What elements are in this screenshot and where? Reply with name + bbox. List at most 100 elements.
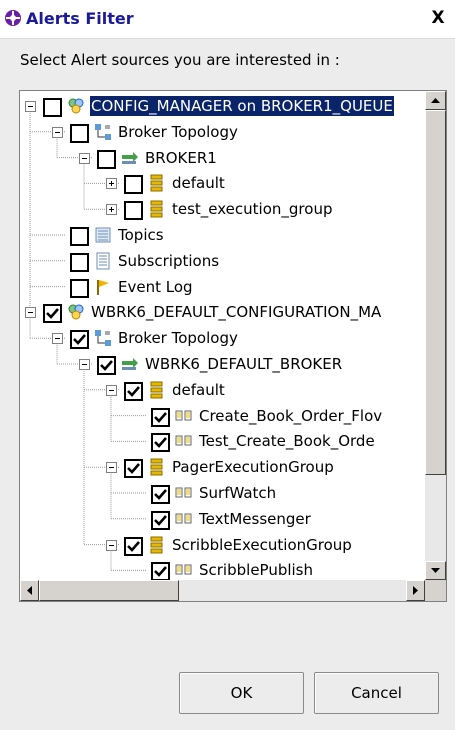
checkmark-icon xyxy=(127,540,140,552)
tree-item-checkbox[interactable] xyxy=(70,227,89,246)
tree-item-label: ScribblePublish xyxy=(199,561,314,580)
config-manager-icon xyxy=(68,304,84,320)
tree-item[interactable]: WBRK6_DEFAULT_BROKER xyxy=(20,353,420,378)
tree-item-checkbox[interactable] xyxy=(43,98,62,117)
checkmark-icon xyxy=(46,308,59,320)
expand-toggle[interactable] xyxy=(106,204,117,216)
right-arrow-icon xyxy=(413,586,418,595)
ok-button[interactable]: OK xyxy=(179,672,304,714)
checkmark-icon xyxy=(154,411,167,423)
collapse-toggle[interactable] xyxy=(106,462,117,474)
tree-item[interactable]: WBRK6_DEFAULT_CONFIGURATION_MA xyxy=(20,301,420,326)
broker-topology-icon xyxy=(95,123,111,140)
execution-group-icon xyxy=(150,381,163,399)
tree-item-checkbox[interactable] xyxy=(151,562,170,581)
tree-item[interactable]: ScribbleExecutionGroup xyxy=(20,534,420,559)
collapse-toggle[interactable] xyxy=(52,126,63,138)
title-bar: Alerts Filter X xyxy=(0,0,455,39)
tree-item-checkbox[interactable] xyxy=(70,278,89,298)
tree-item[interactable]: Test_Create_Book_Orde xyxy=(20,430,420,455)
scroll-up-button[interactable] xyxy=(425,91,446,110)
collapse-toggle[interactable] xyxy=(106,384,117,396)
tree-item-checkbox[interactable] xyxy=(124,459,143,479)
scroll-right-button[interactable] xyxy=(406,580,425,601)
scroll-down-button[interactable] xyxy=(425,561,446,580)
tree-item-checkbox[interactable] xyxy=(43,304,62,324)
tree-item[interactable]: SurfWatch xyxy=(20,482,420,507)
tree-item-label: Subscriptions xyxy=(118,251,220,270)
tree-item-checkbox[interactable] xyxy=(151,485,170,504)
scrollbar-corner xyxy=(425,580,446,601)
tree-item[interactable]: default xyxy=(20,172,420,197)
horizontal-scroll-thumb[interactable] xyxy=(39,580,179,601)
execution-group-icon xyxy=(150,536,163,554)
tree-item[interactable]: PagerExecutionGroup xyxy=(20,456,420,481)
tree-item-label: default xyxy=(172,174,225,193)
tree-item[interactable]: ScribblePublish xyxy=(20,559,420,581)
tree-item-checkbox[interactable] xyxy=(70,330,89,350)
tree-item-checkbox[interactable] xyxy=(70,123,89,143)
tree-item[interactable]: Create_Book_Order_Flov xyxy=(20,405,420,430)
alerts-filter-dialog: Alerts Filter X Select Alert sources you… xyxy=(0,0,455,730)
checkmark-icon xyxy=(154,566,167,578)
tree-item-checkbox[interactable] xyxy=(151,510,170,530)
vertical-scrollbar[interactable] xyxy=(425,91,446,580)
execution-group-icon xyxy=(150,174,163,192)
collapse-toggle[interactable] xyxy=(79,359,90,370)
vertical-scroll-thumb[interactable] xyxy=(425,110,446,475)
collapse-toggle[interactable] xyxy=(79,152,90,164)
execution-group-icon xyxy=(150,200,163,218)
tree-item-checkbox[interactable] xyxy=(151,407,170,427)
tree-item[interactable]: Broker Topology xyxy=(20,121,420,146)
subscriptions-icon xyxy=(96,252,110,270)
collapse-toggle[interactable] xyxy=(25,307,36,319)
tree-item-checkbox[interactable] xyxy=(124,381,143,401)
tree-item[interactable]: Event Log xyxy=(20,276,420,301)
tree-item[interactable]: default xyxy=(20,379,420,404)
tree-item-label: Event Log xyxy=(118,277,193,296)
tree-item-checkbox[interactable] xyxy=(124,201,143,221)
tree-item-checkbox[interactable] xyxy=(70,252,89,272)
collapse-toggle[interactable] xyxy=(25,101,36,112)
tree-item[interactable]: CONFIG_MANAGER on BROKER1_QUEUE xyxy=(20,95,420,120)
tree-item-checkbox[interactable] xyxy=(97,149,116,169)
tree-item-label: WBRK6_DEFAULT_CONFIGURATION_MA xyxy=(91,303,382,322)
cancel-button[interactable]: Cancel xyxy=(314,672,439,714)
checkmark-icon xyxy=(73,334,86,346)
checkmark-icon xyxy=(154,489,167,500)
tree-item-label: TextMessenger xyxy=(199,509,311,528)
tree-item-checkbox[interactable] xyxy=(151,433,170,453)
tree-item-label: BROKER1 xyxy=(145,148,217,167)
tree-item[interactable]: BROKER1 xyxy=(20,147,420,172)
tree-item-checkbox[interactable] xyxy=(97,356,116,375)
checkmark-icon xyxy=(127,463,140,475)
close-button[interactable]: X xyxy=(428,9,448,27)
tree-item[interactable]: test_execution_group xyxy=(20,198,420,223)
tree-item-checkbox[interactable] xyxy=(124,536,143,556)
expand-toggle[interactable] xyxy=(106,178,117,190)
tree-item[interactable]: Topics xyxy=(20,224,420,249)
tree-item-label: Test_Create_Book_Orde xyxy=(199,432,375,451)
app-icon xyxy=(5,10,21,26)
checkmark-icon xyxy=(100,360,113,371)
tree-item-label: test_execution_group xyxy=(172,200,333,219)
checkmark-icon xyxy=(154,437,167,449)
collapse-toggle[interactable] xyxy=(52,333,63,345)
checkmark-icon xyxy=(154,514,167,526)
tree-viewport: CONFIG_MANAGER on BROKER1_QUEUE Broker To… xyxy=(20,91,420,581)
tree-item-label: CONFIG_MANAGER on BROKER1_QUEUE xyxy=(90,96,394,116)
tree-item-label: Broker Topology xyxy=(118,122,238,141)
tree-item[interactable]: TextMessenger xyxy=(20,508,420,533)
message-flow-icon xyxy=(175,410,192,421)
collapse-toggle[interactable] xyxy=(106,539,117,551)
tree-item-label: Create_Book_Order_Flov xyxy=(199,406,383,425)
tree-item-label: SurfWatch xyxy=(199,484,277,502)
horizontal-scrollbar[interactable] xyxy=(20,580,425,601)
left-arrow-icon xyxy=(27,586,32,595)
tree-item-checkbox[interactable] xyxy=(124,175,143,195)
tree-item-label: Broker Topology xyxy=(118,329,238,348)
topics-icon xyxy=(95,227,111,243)
tree-item[interactable]: Subscriptions xyxy=(20,250,420,275)
tree-item[interactable]: Broker Topology xyxy=(20,327,420,352)
scroll-left-button[interactable] xyxy=(20,580,39,601)
